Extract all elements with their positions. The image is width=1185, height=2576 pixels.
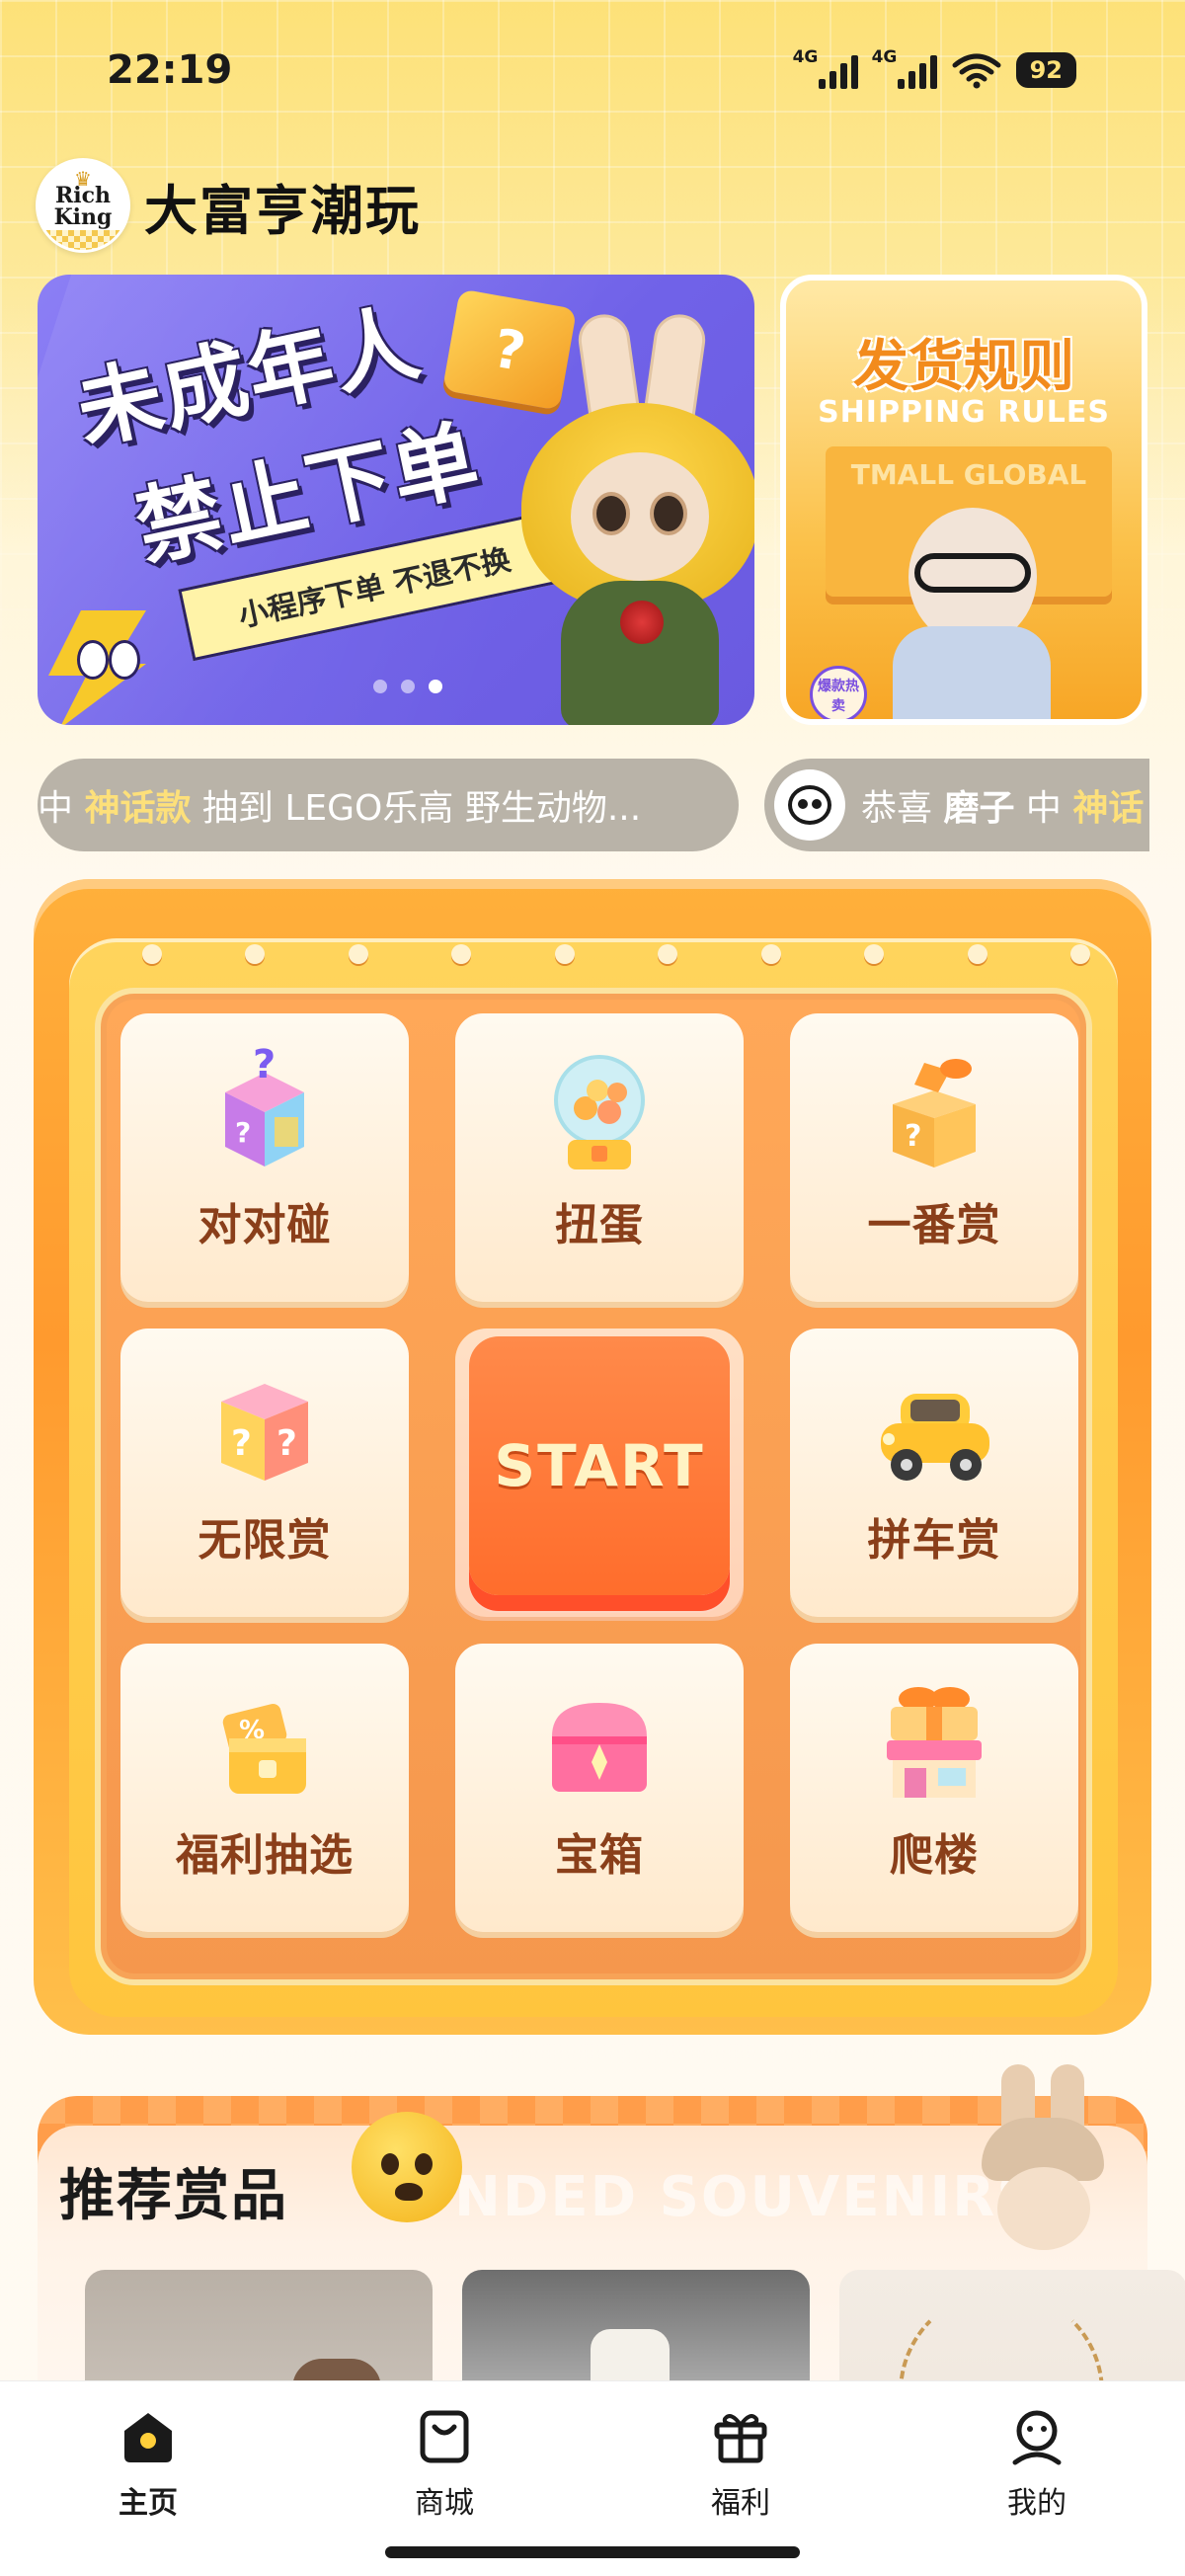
hot-sale-badge: 爆款热卖 [810, 666, 867, 719]
start-tile[interactable]: START [455, 1328, 744, 1617]
battery-indicator: 92 [1015, 52, 1076, 88]
status-bar: 22:19 4G 4G 92 [0, 0, 1185, 148]
banner-carousel-main[interactable]: 未成年人 禁止下单 小程序下单 不退不换 ? [38, 275, 754, 725]
carousel-dot[interactable] [373, 680, 387, 693]
app-title: 大富亨潮玩 [144, 179, 421, 242]
svg-text:?: ? [253, 1043, 276, 1087]
cellular-signal-icon-2: 4G [872, 47, 937, 89]
gift-shop-icon [887, 1687, 982, 1798]
app-header: ♛ Rich King 大富亨潮玩 [36, 158, 421, 253]
recommend-title: 推荐赏品 [59, 2164, 288, 2228]
winner-marquee-2[interactable]: 恭喜 磨子 中 神话 [764, 759, 1149, 851]
svg-text:?: ? [276, 1423, 297, 1464]
recommend-watermark: NDED SOUVENIRS [454, 2165, 1039, 2229]
carousel-dot[interactable] [401, 680, 415, 693]
car-icon [881, 1394, 989, 1481]
game-board: ? ? 对对碰 扭蛋 ? 一番赏 ? ? 无限赏 START 拼车赏 % 福利抽… [34, 879, 1151, 2035]
tab-home[interactable]: 主页 [79, 2405, 217, 2522]
tab-profile[interactable]: 我的 [968, 2405, 1106, 2522]
svg-text:?: ? [905, 1119, 921, 1154]
board-rivets [142, 944, 1090, 964]
gift-box-icon: ? [893, 1059, 976, 1167]
shipping-rules-title: 发货规则 [853, 335, 1074, 399]
tile-baoxiang[interactable]: 宝箱 [455, 1644, 744, 1932]
winner-marquee[interactable]: 中 神话款 抽到 LEGO乐高 野生动物... [38, 759, 739, 851]
profile-icon [1012, 2410, 1062, 2465]
cartoon-eyes-icon [77, 640, 146, 680]
svg-text:?: ? [235, 1116, 251, 1149]
home-indicator [385, 2546, 800, 2558]
angry-emoji-icon [352, 2112, 462, 2222]
status-icons: 4G 4G 92 [793, 47, 1076, 89]
brand-logo[interactable]: ♛ Rich King [36, 158, 130, 253]
tab-welfare[interactable]: 福利 [672, 2405, 810, 2522]
cellular-signal-icon: 4G [793, 47, 858, 89]
tile-duiduipeng[interactable]: ? ? 对对碰 [120, 1013, 409, 1302]
start-button[interactable]: START [469, 1336, 730, 1595]
tile-label: 一番赏 [867, 1200, 1001, 1250]
tile-label: 对对碰 [198, 1200, 332, 1250]
gashapon-icon [554, 1055, 645, 1169]
wifi-icon [951, 51, 1002, 89]
bunny-doll-image [972, 2064, 1110, 2262]
shipping-rules-subtitle: SHIPPING RULES [818, 395, 1110, 430]
tile-niudan[interactable]: 扭蛋 [455, 1013, 744, 1302]
home-icon [124, 2413, 172, 2462]
coupon-box-icon: % [222, 1704, 306, 1794]
panda-icon [788, 785, 831, 825]
shipping-rules-banner[interactable]: 发货规则 SHIPPING RULES TMALL GLOBAL 爆款热卖 [780, 275, 1147, 725]
tile-wuxianshang[interactable]: ? ? 无限赏 [120, 1328, 409, 1617]
status-time: 22:19 [107, 47, 233, 93]
shipping-brand-text: TMALL GLOBAL [850, 458, 1087, 491]
carousel-dot-active[interactable] [429, 680, 442, 693]
svg-text:?: ? [231, 1423, 252, 1464]
gift-icon [714, 2414, 767, 2463]
tile-pincheshang[interactable]: 拼车赏 [790, 1328, 1078, 1617]
treasure-chest-icon [552, 1703, 647, 1792]
avatar [774, 769, 845, 841]
question-cube-icon: ? ? [221, 1384, 308, 1481]
tile-label: 爬楼 [890, 1830, 979, 1881]
tile-label: 宝箱 [555, 1830, 644, 1881]
tile-label: 福利抽选 [176, 1830, 354, 1881]
tile-label: 拼车赏 [867, 1515, 1001, 1566]
tab-shop[interactable]: 商城 [375, 2405, 514, 2522]
tile-yifanshang[interactable]: ? 一番赏 [790, 1013, 1078, 1302]
tile-palou[interactable]: 爬楼 [790, 1644, 1078, 1932]
tile-label: 无限赏 [198, 1515, 332, 1566]
board-grid: ? ? 对对碰 扭蛋 ? 一番赏 ? ? 无限赏 START 拼车赏 % 福利抽… [95, 988, 1092, 1985]
mystery-box-icon: ? ? [225, 1043, 304, 1167]
carousel-dots[interactable] [373, 680, 442, 693]
shopping-bag-icon [420, 2410, 469, 2463]
tile-label: 扭蛋 [555, 1200, 644, 1250]
tile-fulichouxuan[interactable]: % 福利抽选 [120, 1644, 409, 1932]
labubu-doll-image [502, 311, 754, 725]
